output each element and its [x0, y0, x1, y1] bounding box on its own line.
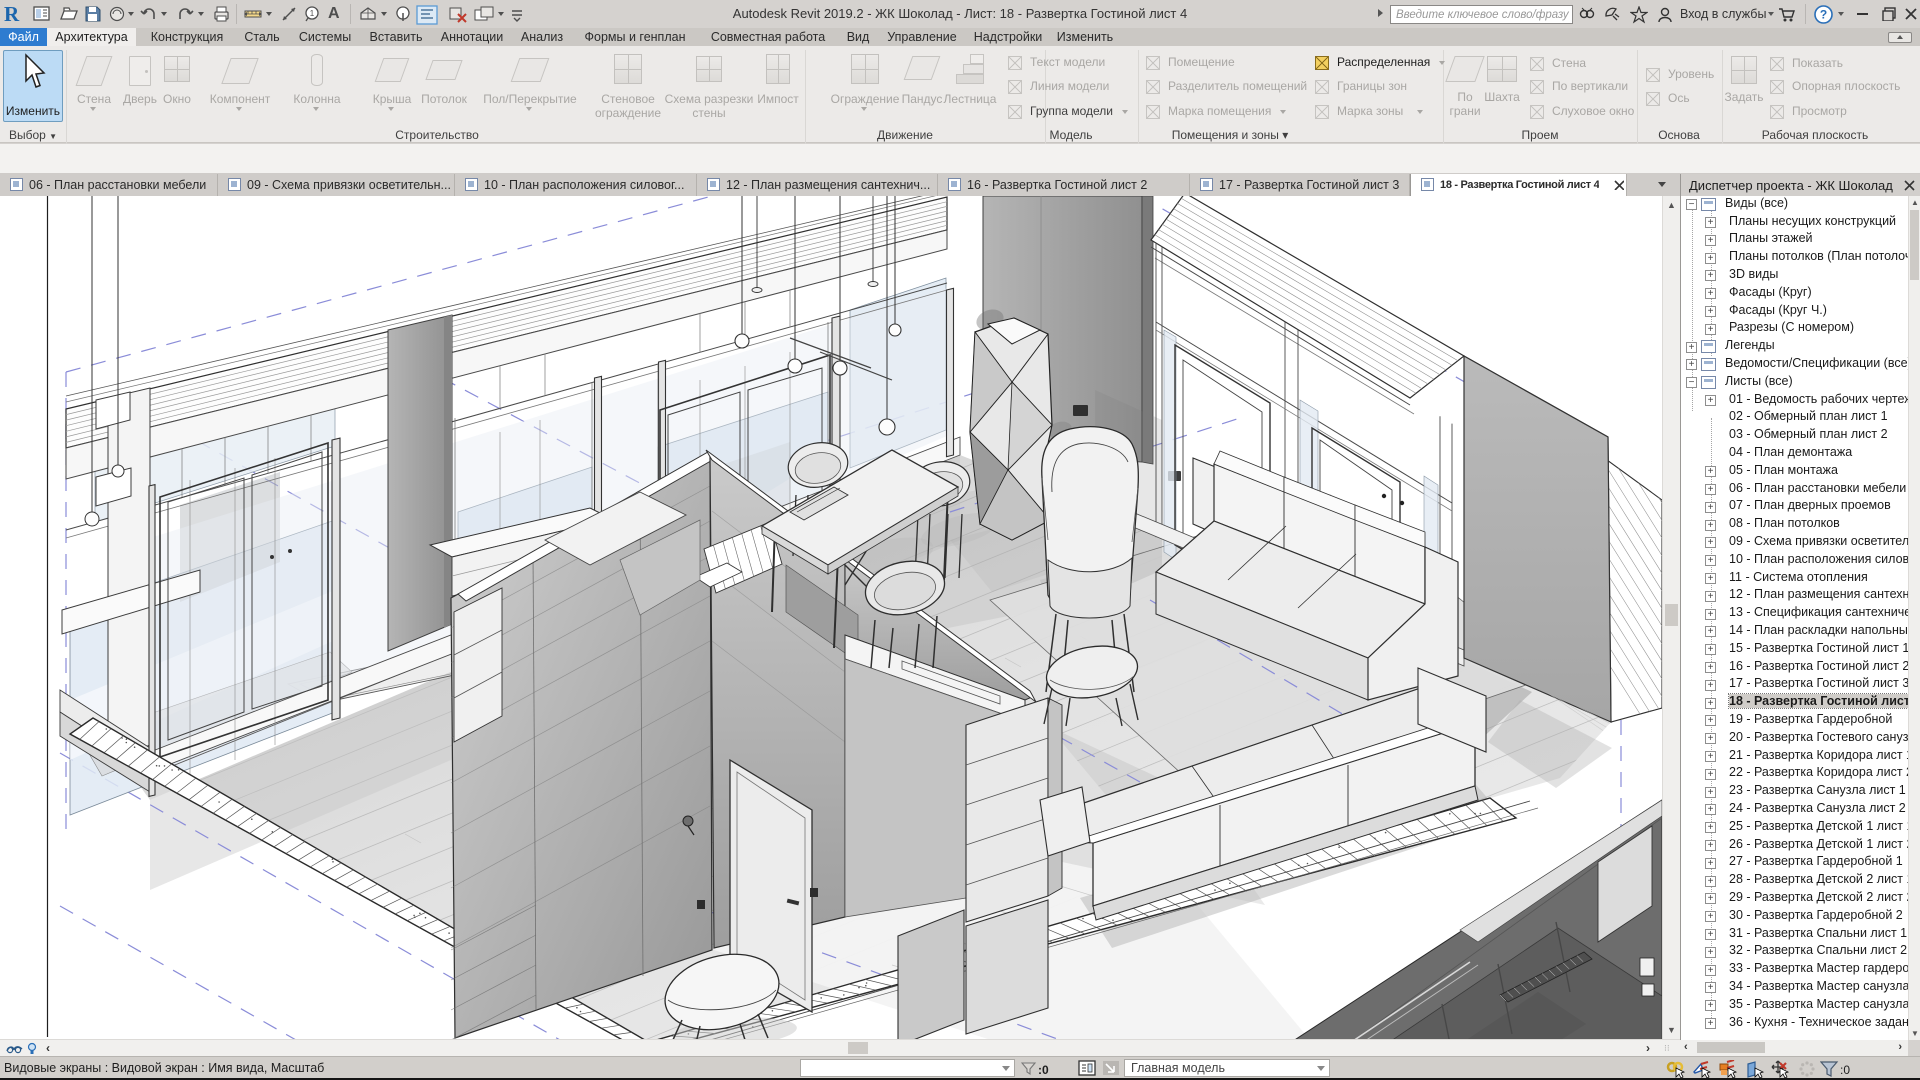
- svg-text::0: :0: [1840, 1063, 1850, 1077]
- svg-text::0: :0: [1038, 1063, 1049, 1077]
- svg-text:?: ?: [1820, 8, 1827, 22]
